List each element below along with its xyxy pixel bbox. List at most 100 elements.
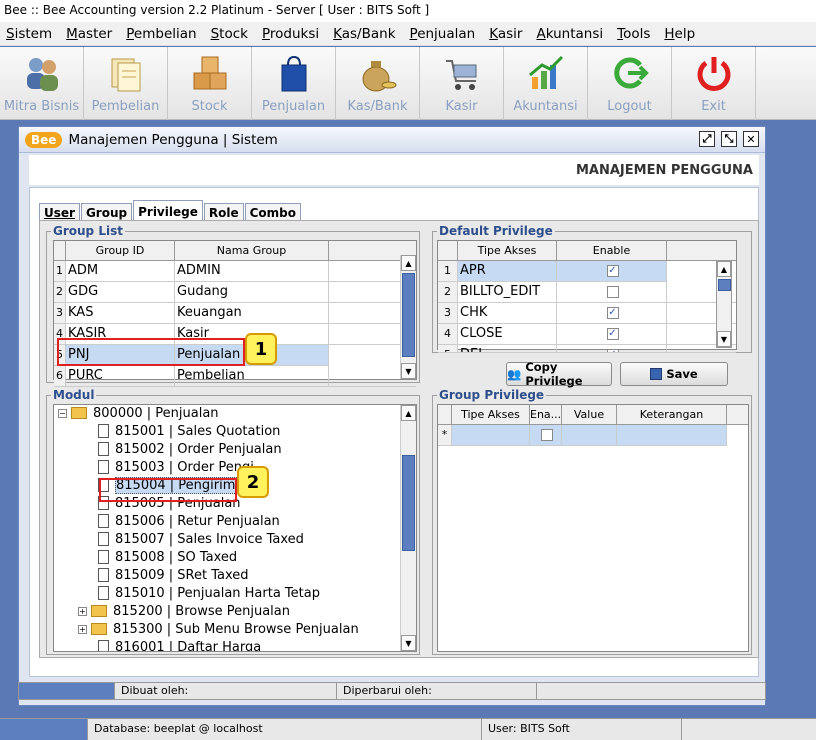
table-row-selected[interactable]: 1 APR ✓ <box>438 261 667 282</box>
toolbar-kasir[interactable]: Kasir <box>420 47 504 120</box>
menu-pembelian[interactable]: Pembelian <box>120 26 202 42</box>
scroll-down-icon[interactable]: ▼ <box>401 363 416 379</box>
close-icon[interactable]: ✕ <box>743 131 759 147</box>
tab-role[interactable]: Role <box>203 203 244 221</box>
toolbar-mitra-bisnis[interactable]: Mitra Bisnis <box>0 47 84 120</box>
tree-item[interactable]: 815007 | Sales Invoice Taxed <box>54 531 416 549</box>
tree-folder[interactable]: +815200 | Browse Penjualan <box>54 603 416 621</box>
document-icon <box>98 531 109 546</box>
toolbar-exit[interactable]: Exit <box>672 47 756 120</box>
copy-privilege-button[interactable]: 👥 Copy Privilege <box>506 360 612 388</box>
menu-penjualan[interactable]: Penjualan <box>404 26 482 42</box>
tree-item[interactable]: 815001 | Sales Quotation <box>54 423 416 441</box>
document-icon <box>98 639 109 651</box>
scroll-thumb[interactable] <box>402 273 415 357</box>
menu-stock[interactable]: Stock <box>205 26 254 42</box>
default-privilege-scrollbar[interactable]: ▲ ▼ <box>716 260 732 348</box>
scroll-down-icon[interactable]: ▼ <box>401 635 416 651</box>
document-icon <box>98 549 109 564</box>
collapse-icon[interactable]: − <box>58 409 67 418</box>
group-list-scrollbar[interactable]: ▲ ▼ <box>400 255 416 379</box>
tree-item[interactable]: 815003 | Order Pengi <box>54 459 416 477</box>
modul-title: Modul <box>51 388 97 402</box>
table-row[interactable]: 2 GDG Gudang <box>54 282 416 303</box>
modul-panel: Modul −800000 | Penjualan 815001 | Sales… <box>46 388 420 655</box>
expand-icon[interactable]: + <box>78 607 87 616</box>
toolbar-label: Pembelian <box>91 99 160 114</box>
menu-sistem[interactable]: Sistem <box>0 26 58 42</box>
menu-tools[interactable]: Tools <box>611 26 656 42</box>
table-row-partial[interactable]: 5DEL✓ <box>438 345 736 353</box>
menu-kas-bank[interactable]: Kas/Bank <box>327 26 401 42</box>
menu-kasir[interactable]: Kasir <box>483 26 528 42</box>
column-header[interactable]: Tipe Akses <box>458 241 557 260</box>
restore-icon[interactable]: ⤢ <box>699 131 715 147</box>
column-header[interactable]: Group ID <box>66 241 175 260</box>
table-row[interactable]: 6 PURC Pembelian <box>54 366 416 387</box>
tree-folder[interactable]: +815300 | Sub Menu Browse Penjualan <box>54 621 416 639</box>
table-row[interactable]: 2 BILLTO_EDIT <box>438 282 736 303</box>
tree-item[interactable]: 815009 | SRet Taxed <box>54 567 416 585</box>
menu-produksi[interactable]: Produksi <box>256 26 325 42</box>
tree-root[interactable]: −800000 | Penjualan <box>54 405 416 423</box>
document-icon <box>98 423 109 438</box>
tab-user[interactable]: User <box>39 203 80 221</box>
toolbar-pembelian[interactable]: Pembelian <box>84 47 168 120</box>
database-status: Database: beeplat @ localhost <box>88 719 482 740</box>
column-header[interactable]: Value <box>562 405 617 424</box>
app-status-bar: Database: beeplat @ localhost User: BITS… <box>0 718 816 740</box>
money-bag-icon <box>356 51 400 95</box>
scroll-up-icon[interactable]: ▲ <box>717 261 731 277</box>
toolbar-logout[interactable]: Logout <box>588 47 672 120</box>
enable-checkbox[interactable]: ✓ <box>606 327 619 340</box>
scroll-up-icon[interactable]: ▲ <box>401 405 416 421</box>
tree-item[interactable]: 815002 | Order Penjualan <box>54 441 416 459</box>
page-header: MANAJEMEN PENGGUNA <box>29 155 759 185</box>
toolbar-akuntansi[interactable]: Akuntansi <box>504 47 588 120</box>
table-header: Tipe Akses Ena... Value Keterangan <box>438 405 748 425</box>
callout-badge: 2 <box>237 466 269 498</box>
tree-item[interactable]: 816001 | Daftar Harga <box>54 639 416 651</box>
save-button[interactable]: Save <box>620 362 728 386</box>
enable-checkbox[interactable]: ✓ <box>606 306 619 319</box>
column-header[interactable]: Keterangan <box>617 405 727 424</box>
table-row[interactable]: 1 ADM ADMIN <box>54 261 416 282</box>
scroll-down-icon[interactable]: ▼ <box>717 331 731 347</box>
column-header[interactable]: Ena... <box>530 405 562 424</box>
table-row[interactable]: 3 CHK ✓ <box>438 303 736 324</box>
tab-group[interactable]: Group <box>80 203 133 221</box>
tab-privilege[interactable]: Privilege <box>133 200 203 221</box>
scroll-thumb[interactable] <box>402 455 415 551</box>
menu-akuntansi[interactable]: Akuntansi <box>530 26 609 42</box>
tab-combo[interactable]: Combo <box>244 203 301 221</box>
toolbar-label: Exit <box>701 99 726 114</box>
menu-help[interactable]: Help <box>658 26 701 42</box>
default-privilege-panel: Default Privilege Tipe Akses Enable 1 APR… <box>432 224 752 353</box>
menu-master[interactable]: Master <box>60 26 118 42</box>
enable-checkbox[interactable]: ✓ <box>606 348 619 352</box>
tree-item[interactable]: 815010 | Penjualan Harta Tetap <box>54 585 416 603</box>
toolbar-penjualan[interactable]: Penjualan <box>252 47 336 120</box>
expand-icon[interactable]: + <box>78 625 87 634</box>
column-header[interactable]: Tipe Akses <box>452 405 530 424</box>
shopping-bag-icon <box>272 51 316 95</box>
maximize-icon[interactable]: ⤡ <box>721 131 737 147</box>
new-row[interactable]: * <box>438 425 727 446</box>
table-row[interactable]: 3 KAS Keuangan <box>54 303 416 324</box>
toolbar-label: Kasir <box>445 99 478 114</box>
toolbar-stock[interactable]: Stock <box>168 47 252 120</box>
tree-item[interactable]: 815006 | Retur Penjualan <box>54 513 416 531</box>
scroll-up-icon[interactable]: ▲ <box>401 255 416 271</box>
enable-checkbox[interactable] <box>606 285 619 298</box>
enable-checkbox[interactable] <box>540 428 553 441</box>
column-header[interactable]: Enable <box>557 241 667 260</box>
toolbar-kas-bank[interactable]: Kas/Bank <box>336 47 420 120</box>
table-row[interactable]: 4 CLOSE ✓ <box>438 324 736 345</box>
privilege-content: Group List Group ID Nama Group 1 ADM ADMIN… <box>39 220 759 658</box>
highlight-box <box>57 338 245 366</box>
enable-checkbox[interactable]: ✓ <box>606 264 619 277</box>
tree-item[interactable]: 815008 | SO Taxed <box>54 549 416 567</box>
modul-scrollbar[interactable]: ▲ ▼ <box>400 405 416 651</box>
column-header[interactable]: Nama Group <box>175 241 329 260</box>
scroll-thumb[interactable] <box>718 279 731 291</box>
